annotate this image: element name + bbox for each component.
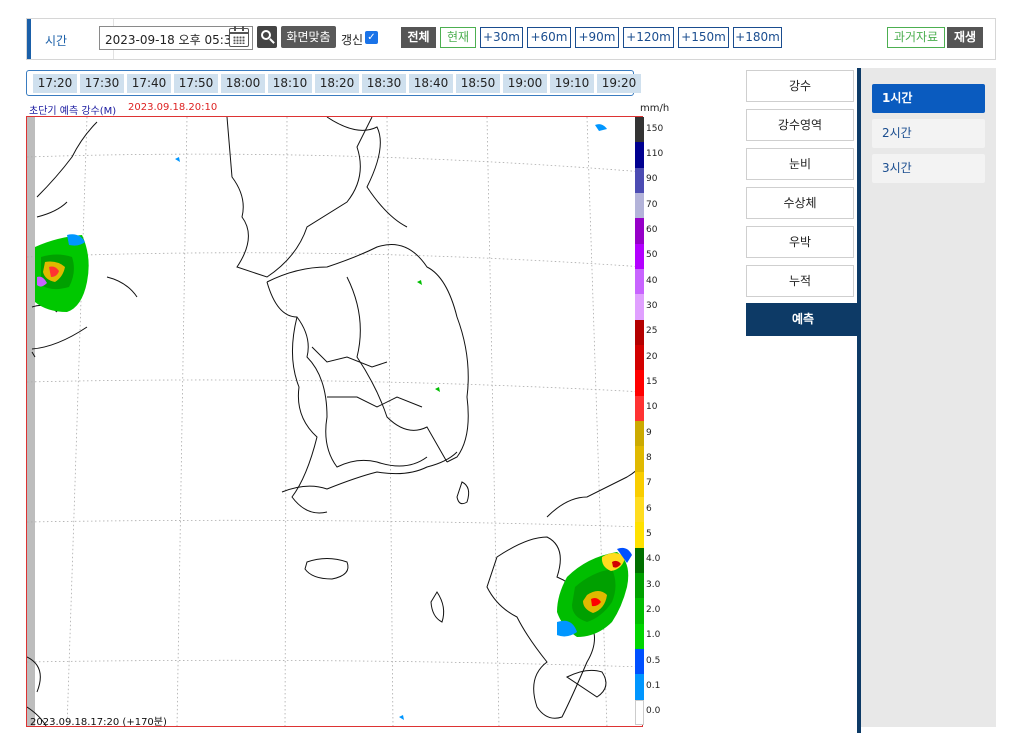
legend-swatch — [635, 421, 644, 447]
now-button[interactable]: 현재 — [440, 27, 476, 48]
time-cell[interactable]: 18:20 — [315, 74, 359, 93]
time-cell[interactable]: 17:20 — [33, 74, 77, 93]
legend-swatch — [635, 117, 644, 143]
legend-swatch — [635, 269, 644, 295]
refresh-label: 갱신 — [341, 33, 364, 47]
time-cell[interactable]: 18:00 — [221, 74, 265, 93]
offset-30m-button[interactable]: +30m — [480, 27, 523, 48]
legend-swatch — [635, 193, 644, 219]
legend-label: 0.1 — [646, 681, 661, 691]
offset-120m-button[interactable]: +120m — [623, 27, 674, 48]
time-cell[interactable]: 17:30 — [80, 74, 124, 93]
legend-label: 40 — [646, 275, 658, 286]
offset-180m-button[interactable]: +180m — [733, 27, 782, 48]
legend-swatch — [635, 623, 644, 650]
legend-label: 60 — [646, 225, 658, 235]
legend-label: 8 — [646, 453, 652, 463]
time-cell[interactable]: 19:20 — [597, 74, 641, 93]
legend-label: 150 — [646, 123, 664, 134]
all-button[interactable]: 전체 — [401, 27, 436, 48]
legend-label: 7 — [646, 478, 652, 489]
legend-label: 10 — [646, 402, 658, 413]
legend-label: 5 — [646, 529, 652, 539]
search-button[interactable] — [257, 26, 277, 48]
submenu-3h[interactable]: 3시간 — [872, 154, 985, 183]
legend-swatch — [635, 573, 644, 599]
legend-swatch — [635, 699, 644, 726]
time-cell[interactable]: 19:10 — [550, 74, 594, 93]
legend-label: 4.0 — [646, 554, 661, 565]
color-legend — [635, 117, 644, 726]
legend-swatch — [635, 522, 644, 549]
legend-label: 20 — [646, 351, 658, 362]
legend-label: 90 — [646, 174, 658, 185]
fit-screen-button[interactable]: 화면맞춤 — [281, 26, 336, 48]
legend-swatch — [635, 446, 644, 473]
legend-label: 110 — [646, 149, 664, 159]
legend-swatch — [635, 471, 644, 498]
legend-swatch — [635, 395, 644, 422]
submenu-1h[interactable]: 1시간 — [872, 84, 985, 113]
time-label: 시간 — [45, 34, 68, 48]
radar-map[interactable] — [26, 116, 643, 727]
offset-60m-button[interactable]: +60m — [527, 27, 571, 48]
legend-swatch — [635, 294, 644, 321]
menu-item-snow-rain[interactable]: 눈비 — [746, 148, 854, 180]
map-title: 초단기 예측 강수(M) — [29, 106, 117, 117]
legend-swatch — [635, 649, 644, 675]
offset-150m-button[interactable]: +150m — [678, 27, 729, 48]
time-cell[interactable]: 19:00 — [503, 74, 547, 93]
legend-label: 1.0 — [646, 630, 661, 641]
play-button[interactable]: 재생 — [947, 27, 983, 48]
legend-unit: mm/h — [640, 103, 670, 114]
legend-label: 25 — [646, 326, 658, 337]
menu-item-precip-area[interactable]: 강수영역 — [746, 109, 854, 141]
legend-swatch — [635, 319, 644, 346]
refresh-checkbox[interactable]: ✓ — [365, 31, 378, 44]
menu-item-hydrometeor[interactable]: 수상체 — [746, 187, 854, 219]
time-cell[interactable]: 18:10 — [268, 74, 312, 93]
legend-swatch — [635, 547, 644, 574]
legend-label: 6 — [646, 503, 652, 514]
time-cell[interactable]: 18:50 — [456, 74, 500, 93]
legend-label: 3.0 — [646, 579, 661, 590]
legend-label: 50 — [646, 250, 658, 261]
map-timestamp: 2023.09.18.20:10 — [128, 102, 218, 113]
map-footer-time: 2023.09.18.17:20 (+170분) — [30, 717, 167, 728]
legend-label: 9 — [646, 427, 652, 438]
time-cell[interactable]: 17:50 — [174, 74, 218, 93]
legend-swatch — [635, 345, 644, 371]
past-data-button[interactable]: 과거자료 — [887, 27, 945, 48]
legend-label: 15 — [646, 377, 658, 387]
legend-swatch — [635, 370, 644, 397]
legend-label: 0.5 — [646, 655, 661, 666]
legend-swatch — [635, 167, 644, 194]
legend-swatch — [635, 243, 644, 270]
time-cell[interactable]: 17:40 — [127, 74, 171, 93]
menu-item-accumulation[interactable]: 누적 — [746, 265, 854, 297]
menu-item-precipitation[interactable]: 강수 — [746, 70, 854, 102]
time-cell[interactable]: 18:30 — [362, 74, 406, 93]
legend-label: 70 — [646, 199, 658, 210]
menu-item-hail[interactable]: 우박 — [746, 226, 854, 258]
product-menu: 강수 강수영역 눈비 수상체 우박 누적 예측 — [744, 68, 860, 733]
legend-swatch — [635, 497, 644, 523]
legend-label: 30 — [646, 301, 658, 311]
calendar-icon[interactable] — [229, 26, 249, 47]
legend-swatch — [635, 598, 644, 625]
time-strip: 17:20 17:30 17:40 17:50 18:00 18:10 18:2… — [26, 70, 641, 96]
legend-label: 0.0 — [646, 706, 661, 717]
legend-swatch — [635, 142, 644, 169]
legend-swatch — [635, 674, 644, 701]
forecast-submenu: 1시간 2시간 3시간 — [861, 68, 996, 727]
submenu-2h[interactable]: 2시간 — [872, 119, 985, 148]
legend-swatch — [635, 218, 644, 245]
time-cell[interactable]: 18:40 — [409, 74, 453, 93]
toolbar-accent — [27, 19, 31, 59]
menu-item-forecast[interactable]: 예측 — [746, 303, 860, 336]
legend-label: 2.0 — [646, 605, 661, 615]
offset-90m-button[interactable]: +90m — [575, 27, 619, 48]
